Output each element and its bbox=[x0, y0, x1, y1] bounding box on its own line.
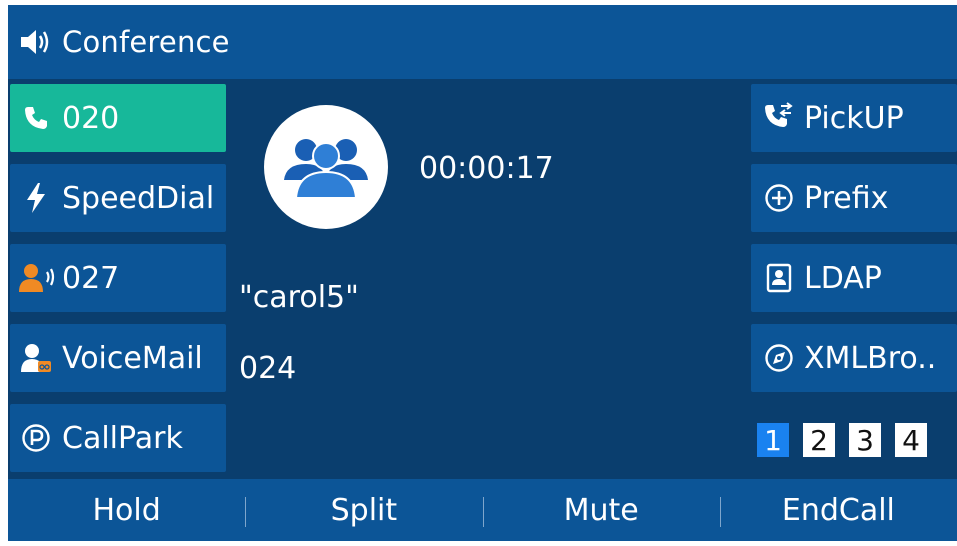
line-key-label: CallPark bbox=[62, 420, 183, 456]
line-key-label: Prefix bbox=[804, 180, 889, 216]
browser-icon bbox=[763, 342, 795, 374]
group-icon bbox=[284, 139, 368, 199]
mute-button[interactable]: Mute bbox=[482, 479, 720, 541]
line-key-ldap[interactable]: LDAP bbox=[751, 244, 957, 312]
hold-button[interactable]: Hold bbox=[8, 479, 245, 541]
park-icon bbox=[20, 422, 52, 454]
screen-title: Conference bbox=[62, 25, 230, 59]
conference-avatar bbox=[264, 105, 388, 229]
line-key-callpark[interactable]: CallPark bbox=[10, 404, 226, 472]
line-key-pickup[interactable]: PickUP bbox=[751, 84, 957, 152]
lightning-icon bbox=[20, 182, 52, 214]
voicemail-icon bbox=[20, 342, 52, 374]
line-key-prefix[interactable]: Prefix bbox=[751, 164, 957, 232]
page-2[interactable]: 2 bbox=[803, 423, 835, 457]
ringing-contact-icon bbox=[18, 262, 58, 294]
line-key-027[interactable]: 027 bbox=[10, 244, 226, 312]
phone-screen: Conference 020 SpeedDial 027 VoiceMail C… bbox=[8, 5, 957, 541]
plus-circle-icon bbox=[763, 182, 795, 214]
line-key-xmlbrowser[interactable]: XMLBro.. bbox=[751, 324, 957, 392]
line-key-voicemail[interactable]: VoiceMail bbox=[10, 324, 226, 392]
contact-card-icon bbox=[763, 262, 795, 294]
line-key-label: 020 bbox=[62, 100, 120, 136]
page-indicator: 1 2 3 4 bbox=[757, 423, 927, 457]
split-button[interactable]: Split bbox=[245, 479, 482, 541]
line-key-label: SpeedDial bbox=[62, 180, 215, 216]
phone-icon bbox=[20, 102, 52, 134]
page-4[interactable]: 4 bbox=[895, 423, 927, 457]
line-key-label: PickUP bbox=[804, 100, 904, 136]
page-1[interactable]: 1 bbox=[757, 423, 789, 457]
callee-name: "carol5" bbox=[239, 280, 359, 315]
callee-number: 024 bbox=[239, 351, 297, 386]
line-key-label: LDAP bbox=[804, 260, 882, 296]
title-bar: Conference bbox=[8, 5, 957, 79]
line-key-020[interactable]: 020 bbox=[10, 84, 226, 152]
endcall-button[interactable]: EndCall bbox=[719, 479, 957, 541]
line-key-speeddial[interactable]: SpeedDial bbox=[10, 164, 226, 232]
line-key-label: VoiceMail bbox=[62, 340, 203, 376]
line-key-label: 027 bbox=[62, 260, 120, 296]
line-key-label: XMLBro.. bbox=[804, 340, 937, 376]
pickup-icon bbox=[763, 102, 795, 134]
call-duration: 00:00:17 bbox=[419, 151, 554, 186]
page-3[interactable]: 3 bbox=[849, 423, 881, 457]
softkey-bar: Hold Split Mute EndCall bbox=[8, 479, 957, 541]
speaker-icon bbox=[21, 30, 49, 54]
